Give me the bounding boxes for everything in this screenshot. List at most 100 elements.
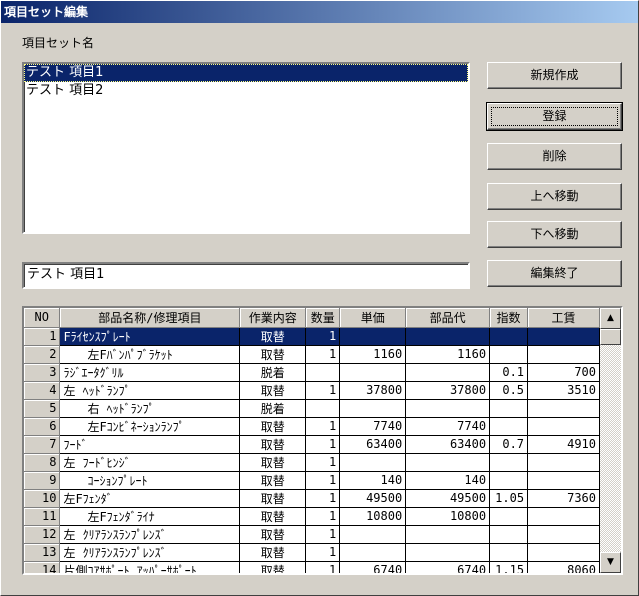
column-header[interactable]: 部品代: [405, 308, 491, 328]
table-cell[interactable]: 左 ｸﾘｱﾗﾝｽﾗﾝﾌﾟﾚﾝｽﾞ: [59, 525, 241, 544]
table-cell[interactable]: [405, 543, 491, 562]
table-cell[interactable]: 取替: [239, 417, 307, 436]
set-name-input[interactable]: テスト 項目1: [22, 262, 470, 289]
table-row[interactable]: 10 左Fﾌｪﾝﾀﾞ 取替 1 49500 49500 1.05 7360: [24, 489, 600, 508]
finish-edit-button[interactable]: 編集終了: [487, 260, 622, 287]
table-cell[interactable]: 1: [305, 471, 341, 490]
set-list-item[interactable]: テスト 項目1: [24, 64, 468, 82]
table-cell[interactable]: [489, 453, 529, 472]
set-list-item[interactable]: テスト 項目2: [24, 82, 468, 100]
table-cell[interactable]: [527, 399, 600, 418]
row-number[interactable]: 4: [24, 381, 61, 400]
column-header[interactable]: 指数: [489, 308, 529, 328]
table-cell[interactable]: [339, 453, 407, 472]
table-cell[interactable]: 1: [305, 543, 341, 562]
table-cell[interactable]: 0.7: [489, 435, 529, 454]
row-number[interactable]: 2: [24, 345, 61, 364]
table-cell[interactable]: [527, 417, 600, 436]
table-cell[interactable]: [489, 399, 529, 418]
row-number[interactable]: 5: [24, 399, 61, 418]
row-number[interactable]: 14: [24, 561, 61, 573]
table-cell[interactable]: [305, 399, 341, 418]
table-row[interactable]: 1 Fﾗｲｾﾝｽﾌﾟﾚｰﾄ 取替 1: [24, 327, 600, 346]
table-cell[interactable]: 1.05: [489, 489, 529, 508]
table-cell[interactable]: 1: [305, 381, 341, 400]
table-cell[interactable]: 取替: [239, 561, 307, 573]
table-cell[interactable]: ｺｰｼｮﾝﾌﾟﾚｰﾄ: [59, 471, 241, 490]
delete-button[interactable]: 削除: [487, 143, 622, 170]
table-cell[interactable]: 140: [405, 471, 491, 490]
row-number[interactable]: 8: [24, 453, 61, 472]
table-cell[interactable]: [489, 327, 529, 346]
table-cell[interactable]: 左 ｸﾘｱﾗﾝｽﾗﾝﾌﾟﾚﾝｽﾞ: [59, 543, 241, 562]
table-cell[interactable]: 取替: [239, 471, 307, 490]
table-cell[interactable]: [339, 363, 407, 382]
table-cell[interactable]: [305, 363, 341, 382]
table-cell[interactable]: 10800: [339, 507, 407, 526]
table-cell[interactable]: 49500: [339, 489, 407, 508]
register-button[interactable]: 登録: [486, 102, 623, 131]
row-number[interactable]: 9: [24, 471, 61, 490]
row-number[interactable]: 13: [24, 543, 61, 562]
table-cell[interactable]: 1160: [339, 345, 407, 364]
table-cell[interactable]: [527, 327, 600, 346]
table-cell[interactable]: 取替: [239, 381, 307, 400]
table-cell[interactable]: [405, 363, 491, 382]
table-row[interactable]: 2 左Fﾊﾞﾝﾊﾟﾌﾞﾗｹｯﾄ 取替 1 1160 1160: [24, 345, 600, 364]
table-cell[interactable]: 取替: [239, 507, 307, 526]
table-cell[interactable]: [527, 543, 600, 562]
table-row[interactable]: 7 ﾌｰﾄﾞ 取替 1 63400 63400 0.7 4910: [24, 435, 600, 454]
column-header[interactable]: NO: [24, 308, 61, 328]
table-cell[interactable]: [527, 525, 600, 544]
table-cell[interactable]: 1: [305, 345, 341, 364]
table-cell[interactable]: [489, 345, 529, 364]
table-cell[interactable]: 左 ﾍｯﾄﾞﾗﾝﾌﾟ: [59, 381, 241, 400]
table-cell[interactable]: 0.5: [489, 381, 529, 400]
table-row[interactable]: 4左 ﾍｯﾄﾞﾗﾝﾌﾟ 取替 1 37800 37800 0.5 3510: [24, 381, 600, 400]
table-cell[interactable]: 左Fﾌｪﾝﾀﾞﾗｲﾅ: [59, 507, 241, 526]
table-cell[interactable]: 取替: [239, 543, 307, 562]
table-cell[interactable]: 49500: [405, 489, 491, 508]
table-row[interactable]: 13 左 ｸﾘｱﾗﾝｽﾗﾝﾌﾟﾚﾝｽﾞ 取替 1: [24, 543, 600, 562]
table-cell[interactable]: 取替: [239, 525, 307, 544]
row-number[interactable]: 1: [24, 327, 61, 346]
table-row[interactable]: 3 ﾗｼﾞｴｰﾀｸﾞﾘﾙ 脱着 0.1 700: [24, 363, 600, 382]
table-cell[interactable]: 取替: [239, 327, 307, 346]
row-number[interactable]: 12: [24, 525, 61, 544]
table-row[interactable]: 5 右 ﾍｯﾄﾞﾗﾝﾌﾟ 脱着: [24, 399, 600, 418]
table-row[interactable]: 8左 ﾌｰﾄﾞﾋﾝｼﾞ 取替 1: [24, 453, 600, 472]
table-row[interactable]: 11 左Fﾌｪﾝﾀﾞﾗｲﾅ 取替 1 10800 10800: [24, 507, 600, 526]
table-cell[interactable]: 6740: [405, 561, 491, 573]
column-header[interactable]: 数量: [305, 308, 341, 328]
row-number[interactable]: 3: [24, 363, 61, 382]
table-cell[interactable]: 1: [305, 489, 341, 508]
row-number[interactable]: 6: [24, 417, 61, 436]
table-cell[interactable]: 取替: [239, 435, 307, 454]
table-cell[interactable]: [405, 525, 491, 544]
table-cell[interactable]: 700: [527, 363, 600, 382]
table-cell[interactable]: [339, 327, 407, 346]
table-cell[interactable]: 脱着: [239, 363, 307, 382]
scroll-thumb[interactable]: [600, 329, 621, 345]
table-cell[interactable]: 取替: [239, 345, 307, 364]
table-cell[interactable]: ﾌｰﾄﾞ: [59, 435, 241, 454]
column-header[interactable]: 工賃: [527, 308, 600, 328]
row-number[interactable]: 11: [24, 507, 61, 526]
table-cell[interactable]: 左Fﾌｪﾝﾀﾞ: [59, 489, 241, 508]
table-cell[interactable]: 10800: [405, 507, 491, 526]
table-cell[interactable]: [339, 543, 407, 562]
table-cell[interactable]: [489, 417, 529, 436]
row-number[interactable]: 10: [24, 489, 61, 508]
table-cell[interactable]: 6740: [339, 561, 407, 573]
table-cell[interactable]: 140: [339, 471, 407, 490]
table-cell[interactable]: 1: [305, 435, 341, 454]
table-cell[interactable]: 0.1: [489, 363, 529, 382]
table-cell[interactable]: 8060: [527, 561, 600, 573]
table-cell[interactable]: 左Fｺﾝﾋﾞﾈｰｼｮﾝﾗﾝﾌﾟ: [59, 417, 241, 436]
table-cell[interactable]: 取替: [239, 453, 307, 472]
table-cell[interactable]: 7360: [527, 489, 600, 508]
table-cell[interactable]: 片側ｺｱｻﾎﾟｰﾄ ｱｯﾊﾟｰｻﾎﾟｰﾄ: [59, 561, 241, 573]
table-cell[interactable]: 1160: [405, 345, 491, 364]
table-row[interactable]: 12 左 ｸﾘｱﾗﾝｽﾗﾝﾌﾟﾚﾝｽﾞ 取替 1: [24, 525, 600, 544]
scroll-down-icon[interactable]: ▼: [600, 552, 621, 573]
